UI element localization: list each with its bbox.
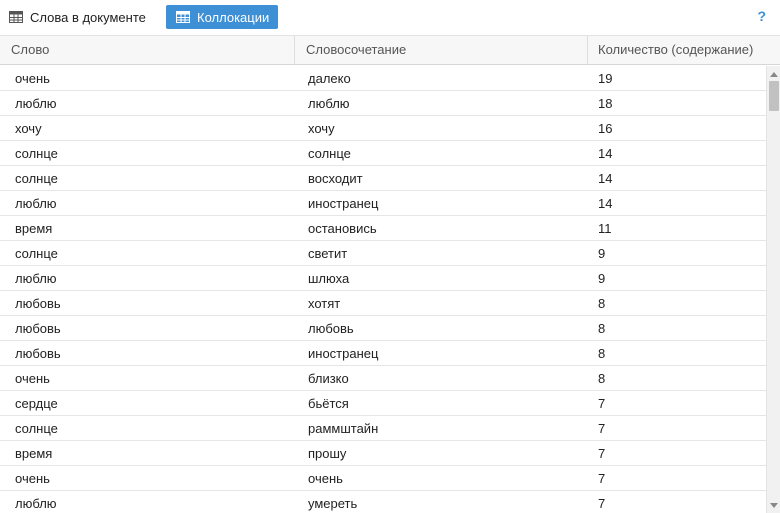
- table-row[interactable]: очень очень 7: [0, 466, 766, 491]
- table-row[interactable]: любовь любовь 8: [0, 316, 766, 341]
- cell-phrase: раммштайн: [308, 421, 379, 436]
- cell-word: солнце: [15, 246, 58, 261]
- cell-count: 7: [598, 471, 606, 486]
- scroll-up-arrow-icon[interactable]: [770, 72, 778, 77]
- cell-count: 7: [598, 396, 606, 411]
- cell-word: время: [15, 221, 53, 236]
- cell-word: любовь: [15, 296, 61, 311]
- table-row[interactable]: солнце восходит 14: [0, 166, 766, 191]
- cell-word: очень: [15, 371, 50, 386]
- table-row[interactable]: солнце солнце 14: [0, 141, 766, 166]
- table-row[interactable]: люблю иностранец 14: [0, 191, 766, 216]
- tab-collocations[interactable]: Коллокации: [166, 5, 278, 29]
- cell-word: люблю: [15, 496, 57, 511]
- cell-count: 8: [598, 296, 606, 311]
- table-row[interactable]: сердце бьётся 7: [0, 391, 766, 416]
- vertical-scrollbar[interactable]: [766, 66, 780, 513]
- cell-count: 14: [598, 171, 613, 186]
- table-row[interactable]: очень далеко 19: [0, 66, 766, 91]
- column-header-count[interactable]: Количество (содержание): [588, 36, 780, 64]
- table-row[interactable]: люблю люблю 18: [0, 91, 766, 116]
- cell-word: солнце: [15, 421, 58, 436]
- cell-word: любовь: [15, 321, 61, 336]
- cell-word: солнце: [15, 146, 58, 161]
- collocations-table: Слово Словосочетание Количество (содержа…: [0, 35, 780, 513]
- cell-word: люблю: [15, 96, 57, 111]
- help-button[interactable]: ?: [757, 8, 766, 24]
- cell-word: сердце: [15, 396, 58, 411]
- cell-count: 7: [598, 446, 606, 461]
- cell-phrase: хотят: [308, 296, 341, 311]
- table-row[interactable]: любовь иностранец 8: [0, 341, 766, 366]
- cell-count: 19: [598, 71, 613, 86]
- table-row[interactable]: очень близко 8: [0, 366, 766, 391]
- cell-phrase: люблю: [308, 96, 350, 111]
- column-header-word[interactable]: Слово: [0, 36, 295, 64]
- table-row[interactable]: солнце раммштайн 7: [0, 416, 766, 441]
- table-row[interactable]: люблю шлюха 9: [0, 266, 766, 291]
- cell-phrase: хочу: [308, 121, 335, 136]
- cell-phrase: бьётся: [308, 396, 349, 411]
- cell-count: 18: [598, 96, 613, 111]
- cell-word: очень: [15, 471, 50, 486]
- cell-count: 8: [598, 346, 606, 361]
- cell-phrase: иностранец: [308, 196, 379, 211]
- cell-phrase: очень: [308, 471, 343, 486]
- cell-count: 8: [598, 371, 606, 386]
- cell-phrase: восходит: [308, 171, 363, 186]
- table-row[interactable]: хочу хочу 16: [0, 116, 766, 141]
- table-icon: [176, 11, 190, 23]
- tab-words-label: Слова в документе: [30, 9, 146, 25]
- toolbar: Слова в документе Коллокации ?: [0, 0, 780, 35]
- cell-count: 8: [598, 321, 606, 336]
- cell-count: 11: [598, 221, 612, 236]
- cell-phrase: иностранец: [308, 346, 379, 361]
- cell-word: солнце: [15, 171, 58, 186]
- scrollbar-thumb[interactable]: [769, 81, 779, 111]
- table-body: очень далеко 19 люблю люблю 18 хочу хочу 16 солнц…: [0, 66, 766, 513]
- cell-count: 9: [598, 271, 606, 286]
- cell-phrase: шлюха: [308, 271, 350, 286]
- table-row[interactable]: солнце светит 9: [0, 241, 766, 266]
- tab-words-in-document[interactable]: Слова в документе: [4, 5, 152, 29]
- cell-phrase: далеко: [308, 71, 351, 86]
- cell-word: хочу: [15, 121, 42, 136]
- cell-count: 7: [598, 421, 606, 436]
- cell-word: люблю: [15, 271, 57, 286]
- cell-count: 14: [598, 146, 613, 161]
- scroll-down-arrow-icon[interactable]: [770, 503, 778, 508]
- cell-count: 7: [598, 496, 606, 511]
- cell-phrase: любовь: [308, 321, 354, 336]
- cell-phrase: прошу: [308, 446, 347, 461]
- table-row[interactable]: время остановись 11: [0, 216, 766, 241]
- table-row[interactable]: люблю умереть 7: [0, 491, 766, 513]
- tab-collocations-label: Коллокации: [197, 9, 270, 25]
- cell-phrase: остановись: [308, 221, 377, 236]
- cell-count: 9: [598, 246, 606, 261]
- cell-phrase: умереть: [308, 496, 358, 511]
- column-header-phrase[interactable]: Словосочетание: [295, 36, 588, 64]
- table-row[interactable]: любовь хотят 8: [0, 291, 766, 316]
- table-icon: [9, 11, 23, 23]
- table-header: Слово Словосочетание Количество (содержа…: [0, 36, 780, 65]
- cell-phrase: солнце: [308, 146, 351, 161]
- cell-phrase: светит: [308, 246, 348, 261]
- table-row[interactable]: время прошу 7: [0, 441, 766, 466]
- cell-word: очень: [15, 71, 50, 86]
- cell-word: люблю: [15, 196, 57, 211]
- cell-count: 14: [598, 196, 613, 211]
- cell-word: любовь: [15, 346, 61, 361]
- cell-count: 16: [598, 121, 613, 136]
- cell-word: время: [15, 446, 53, 461]
- cell-phrase: близко: [308, 371, 349, 386]
